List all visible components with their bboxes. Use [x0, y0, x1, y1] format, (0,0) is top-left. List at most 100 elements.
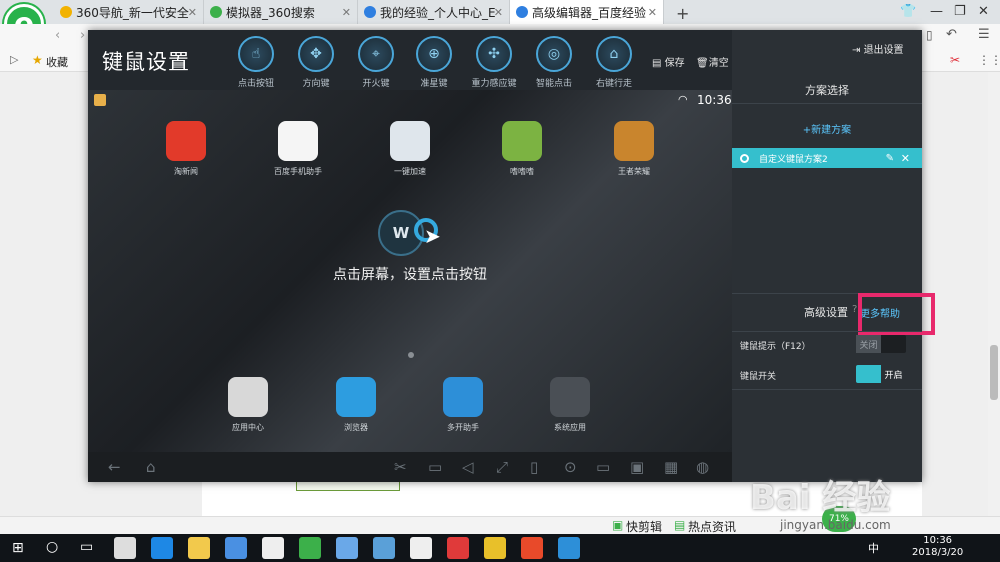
clear-button[interactable]: 🗑清空 — [696, 54, 729, 69]
app-icon-apps_top-1[interactable]: 百度手机助手 — [263, 121, 333, 177]
fan-icon[interactable] — [114, 537, 136, 559]
pc-icon[interactable] — [336, 537, 358, 559]
trash-icon: 🗑 — [696, 58, 709, 69]
status-item-0[interactable]: 快剪辑 — [626, 518, 662, 535]
page-scrollbar[interactable] — [988, 72, 1000, 518]
edit-icon[interactable]: ✎ — [886, 153, 894, 164]
sidebar-toggle-icon[interactable]: ▷ — [10, 53, 18, 66]
browser-tab-0[interactable]: 360导航_新一代安全 ✕ — [54, 0, 204, 24]
toolbox-icon[interactable]: ▣ — [630, 458, 644, 476]
crosshair-icon: ⊕ — [416, 36, 452, 72]
tab-close-icon[interactable]: ✕ — [648, 6, 657, 19]
game-icon[interactable] — [484, 537, 506, 559]
tab-close-icon[interactable]: ✕ — [494, 6, 503, 19]
app-icon — [614, 121, 654, 161]
phone-icon[interactable]: ▯ — [926, 28, 933, 42]
location-icon[interactable]: ⊙ — [564, 458, 577, 476]
keymap-title: 键鼠设置 — [102, 50, 190, 74]
tool-1[interactable]: ✥ 方向键 — [288, 36, 344, 89]
scissors-icon[interactable]: ✂ — [394, 458, 407, 476]
mouse-walk-icon: ⌂ — [596, 36, 632, 72]
back-icon[interactable]: ‹ — [55, 28, 60, 43]
baidu-watermark: Bai 经验 — [750, 478, 891, 518]
keymap-switch-toggle[interactable]: 开启 — [856, 365, 906, 383]
edge-icon[interactable] — [151, 537, 173, 559]
windows-start-icon[interactable]: ⊞ — [12, 540, 24, 556]
tool-2[interactable]: ⌖ 开火键 — [348, 36, 404, 89]
home-nav-icon[interactable]: ⌂ — [146, 458, 156, 476]
status-item-1[interactable]: 热点资讯 — [688, 518, 736, 535]
save-button[interactable]: ▤ 保存 — [652, 54, 685, 69]
close-window-icon[interactable]: ✕ — [978, 4, 989, 19]
gamepad-icon[interactable]: ◍ — [696, 458, 709, 476]
new-plan-button[interactable]: +新建方案 — [732, 121, 922, 136]
browser360-icon[interactable] — [299, 537, 321, 559]
wifi-icon: ◠ — [678, 93, 688, 106]
store-icon[interactable] — [225, 537, 247, 559]
video-edit-icon: ▣ — [612, 518, 624, 532]
app-icon-apps_bottom-3[interactable]: 系统应用 — [535, 377, 605, 433]
forward-icon[interactable]: › — [80, 28, 85, 43]
network-icon[interactable] — [373, 537, 395, 559]
minimize-icon[interactable]: — — [930, 4, 943, 19]
app-icon-apps_bottom-2[interactable]: 多开助手 — [428, 377, 498, 433]
tool-0[interactable]: ☝ 点击按钮 — [228, 36, 284, 89]
app-icon-apps_top-4[interactable]: 王者荣耀 — [599, 121, 669, 177]
app-label: 淘新闻 — [174, 167, 198, 176]
folder-icon[interactable]: ▭ — [428, 458, 442, 476]
cut-icon[interactable]: ✂ — [950, 53, 960, 67]
grid-icon[interactable]: ⋮⋮ — [978, 53, 1000, 67]
tab-favicon-icon — [210, 6, 222, 18]
shake-icon[interactable]: ▯ — [530, 458, 538, 476]
smart-tap-icon: ◎ — [536, 36, 572, 72]
task-view-icon[interactable]: ▭ — [80, 539, 93, 555]
app-label: 王者荣耀 — [618, 167, 650, 176]
back-nav-icon[interactable]: ← — [108, 458, 121, 476]
tab-favicon-icon — [364, 6, 376, 18]
tool-6[interactable]: ⌂ 右键行走 — [586, 36, 642, 89]
taskbar-date: 2018/3/20 — [912, 547, 964, 558]
taskbar-clock[interactable]: 10:36 2018/3/20 — [912, 535, 963, 559]
menu-icon[interactable]: ☰ — [978, 27, 990, 42]
delete-icon[interactable]: ✕ — [901, 152, 910, 165]
tab-close-icon[interactable]: ✕ — [342, 6, 351, 19]
undo-icon[interactable]: ↶ — [946, 27, 957, 42]
plan-item[interactable]: 自定义键鼠方案2 ✎ ✕ — [732, 148, 922, 168]
netease-icon[interactable] — [447, 537, 469, 559]
radio-selected-icon[interactable] — [740, 153, 749, 163]
exit-settings-button[interactable]: ⇥ 退出设置 — [852, 41, 904, 56]
exit-icon: ⇥ — [852, 45, 864, 56]
tab-close-icon[interactable]: ✕ — [188, 6, 197, 19]
app-icon-apps_top-0[interactable]: 淘新闻 — [151, 121, 221, 177]
app-icon-apps_bottom-1[interactable]: 浏览器 — [321, 377, 391, 433]
keyboard-icon[interactable]: ▦ — [664, 458, 678, 476]
explorer-icon[interactable] — [188, 537, 210, 559]
skin-icon[interactable]: 👕 — [900, 4, 916, 19]
key-hint-toggle[interactable]: 关闭 — [856, 335, 906, 353]
fullscreen-icon[interactable]: ⤢ — [496, 458, 508, 476]
notes-icon[interactable] — [410, 537, 432, 559]
tool-3[interactable]: ⊕ 准星键 — [406, 36, 462, 89]
sogou-icon[interactable] — [521, 537, 543, 559]
browser-tab-2[interactable]: 我的经验_个人中心_E ✕ — [358, 0, 510, 24]
app-icon-apps_bottom-0[interactable]: 应用中心 — [213, 377, 283, 433]
tool-4[interactable]: ✣ 重力感应键 — [466, 36, 522, 89]
restore-icon[interactable]: ❐ — [954, 4, 966, 19]
emulator-icon[interactable] — [558, 537, 580, 559]
app-icon-apps_top-3[interactable]: 嗜嗜嗜 — [487, 121, 557, 177]
tab-label: 模拟器_360搜索 — [226, 5, 315, 20]
new-tab-button[interactable]: + — [676, 4, 689, 23]
volume-icon[interactable]: ◁ — [462, 458, 474, 476]
mail-icon[interactable] — [262, 537, 284, 559]
bookmarks-button[interactable]: 收藏 — [46, 54, 68, 70]
search-circle-icon[interactable]: ○ — [46, 539, 58, 555]
tool-5[interactable]: ◎ 智能点击 — [526, 36, 582, 89]
highlight-box — [858, 293, 935, 335]
apk-icon[interactable]: ▭ — [596, 458, 610, 476]
ime-indicator[interactable]: 中 — [868, 540, 879, 556]
app-icon-apps_top-2[interactable]: 一键加速 — [375, 121, 445, 177]
browser-tab-3[interactable]: 高级编辑器_百度经验 ✕ — [510, 0, 664, 24]
scrollbar-thumb[interactable] — [990, 345, 998, 400]
browser-tab-1[interactable]: 模拟器_360搜索 ✕ — [204, 0, 358, 24]
app-label: 多开助手 — [447, 423, 479, 432]
